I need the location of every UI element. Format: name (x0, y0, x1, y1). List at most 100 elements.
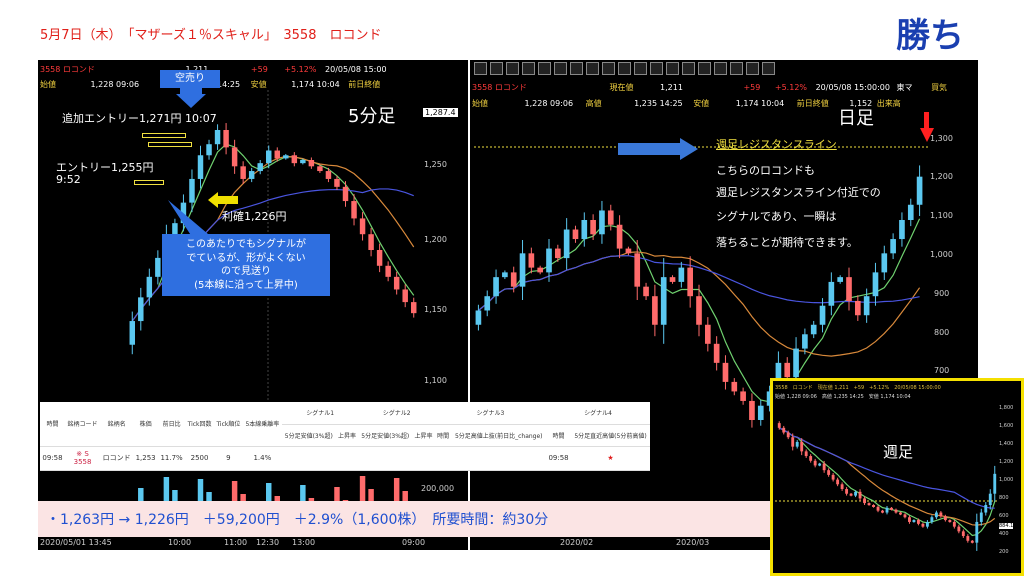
candle (872, 505, 875, 507)
candle (828, 281, 835, 306)
tool-ray-icon[interactable] (490, 62, 503, 75)
tool-grid-icon[interactable] (570, 62, 583, 75)
tool-settings-icon[interactable] (714, 62, 727, 75)
candle (810, 324, 817, 335)
tool-hline-icon[interactable] (506, 62, 519, 75)
five-min-open-label: 始値 (40, 80, 56, 89)
candle (660, 277, 667, 325)
candle (957, 526, 961, 532)
candle (939, 512, 943, 517)
table-row[interactable]: 09:58 ※ S 3558 ロコンド 1,253 11.7% 2500 9 1… (40, 446, 650, 471)
candle (863, 498, 866, 504)
weekly-header-top: 3558 ロコンド 現在値 1,211 +59 +5.12% 20/05/08 … (775, 385, 941, 391)
candle (802, 334, 808, 349)
candle (231, 147, 238, 167)
daily-change: +59 (743, 83, 761, 92)
candle (881, 253, 888, 273)
tool-eraser-icon[interactable] (730, 62, 743, 75)
daily-price-label: 現在値 (609, 83, 634, 92)
weekly-ytick-7: 400 (999, 531, 1009, 537)
tool-check-icon[interactable] (762, 62, 775, 75)
candle (129, 321, 135, 345)
daily-volume-label: 出来高 (876, 99, 901, 108)
candle (837, 277, 843, 282)
candle (740, 391, 746, 401)
candle (822, 463, 826, 471)
col-signal3: シグナル3 (434, 402, 547, 425)
tool-arc-icon[interactable] (554, 62, 567, 75)
cell-code[interactable]: ※ S 3558 (64, 446, 101, 471)
short-sell-callout: 空売り (160, 70, 220, 88)
candle (248, 171, 255, 179)
five-min-price-tag: 1,287.4 (423, 108, 458, 117)
entry-marker (134, 180, 164, 185)
tool-camera-icon[interactable] (698, 62, 711, 75)
tool-fib-icon[interactable] (538, 62, 551, 75)
candle (519, 253, 526, 287)
daily-label: 日足 (838, 108, 874, 129)
candle (493, 277, 499, 297)
cell-price: 1,253 (133, 446, 159, 471)
daily-open-label: 始値 (472, 99, 488, 108)
five-min-stock-name: ロコンド (62, 65, 95, 74)
weekly-ytick-3: 1,200 (999, 459, 1014, 465)
col-time: 時間 (40, 402, 65, 447)
tool-circle-icon[interactable] (618, 62, 631, 75)
candle (590, 220, 596, 235)
cell-empty (281, 446, 336, 471)
candle (411, 302, 417, 314)
candle (274, 150, 280, 159)
weekly-ytick-4: 1,000 (999, 477, 1014, 483)
daily-market: 東マ (896, 83, 913, 92)
daily-ytick-700: 700 (934, 366, 950, 375)
candle (300, 160, 306, 164)
candle (197, 155, 204, 179)
tool-text-icon[interactable] (666, 62, 679, 75)
candle (943, 516, 947, 521)
candle (827, 470, 831, 475)
col-change: 前日比 (158, 402, 186, 447)
candle (855, 300, 861, 316)
five-min-ytick-1100: 1,100 (424, 376, 447, 385)
signal-table: 時間 銘柄コード 銘柄名 株価 前日比 Tick回数 Tick順位 5本線乗離率… (40, 402, 650, 471)
candle (206, 144, 212, 156)
five-min-xtick-5: 09:00 (402, 538, 426, 547)
tool-minus-icon[interactable] (650, 62, 663, 75)
daily-ytick-1100: 1,100 (930, 211, 953, 220)
daily-header-row1: 3558 ロコンド 現在値 1,211 +59 +5.12% 20/05/08 … (472, 82, 947, 93)
candle (876, 506, 880, 511)
candle (975, 521, 979, 543)
candle (903, 514, 907, 518)
tool-pencil-icon[interactable] (746, 62, 759, 75)
candle (537, 267, 543, 273)
candle (502, 272, 508, 278)
cell-time: 09:58 (40, 446, 65, 471)
tool-rect-icon[interactable] (634, 62, 647, 75)
tool-channel-icon[interactable] (522, 62, 535, 75)
candle (283, 155, 289, 159)
candle (885, 507, 889, 513)
signal-down-arrow (920, 112, 934, 142)
page-title: 5月7日（木） 「マザーズ１％スキャル」 3558 ロコンド (40, 28, 382, 43)
col-deviation: 5本線乗離率 (242, 402, 282, 447)
weekly-ytick-5: 800 (999, 495, 1009, 501)
tool-delete-icon[interactable] (682, 62, 695, 75)
candle (510, 272, 517, 287)
sub-header-8: 5分足直近高値(5分前高値) (571, 424, 650, 447)
candle (777, 423, 781, 428)
result-summary: ・1,263円 → 1,226円 ＋59,200円 ＋2.9%（1,600株） … (38, 501, 770, 537)
candle (643, 286, 649, 297)
five-min-xtick-4: 13:00 (292, 538, 316, 547)
cell-name: ロコンド (100, 446, 134, 471)
candle (809, 456, 813, 461)
daily-ytick-800: 800 (934, 328, 950, 337)
five-min-change-pct: +5.12% (284, 65, 317, 74)
candle (266, 150, 272, 164)
candle (890, 507, 893, 510)
candle (351, 201, 357, 219)
weekly-header-bottom: 始値 1,228 09:06 高値 1,235 14:25 安値 1,174 1… (775, 394, 911, 400)
tool-pentagon-icon[interactable] (602, 62, 615, 75)
tool-line-icon[interactable] (474, 62, 487, 75)
tool-bars-icon[interactable] (586, 62, 599, 75)
daily-note-line4: 落ちることが期待できます。 (716, 236, 858, 249)
